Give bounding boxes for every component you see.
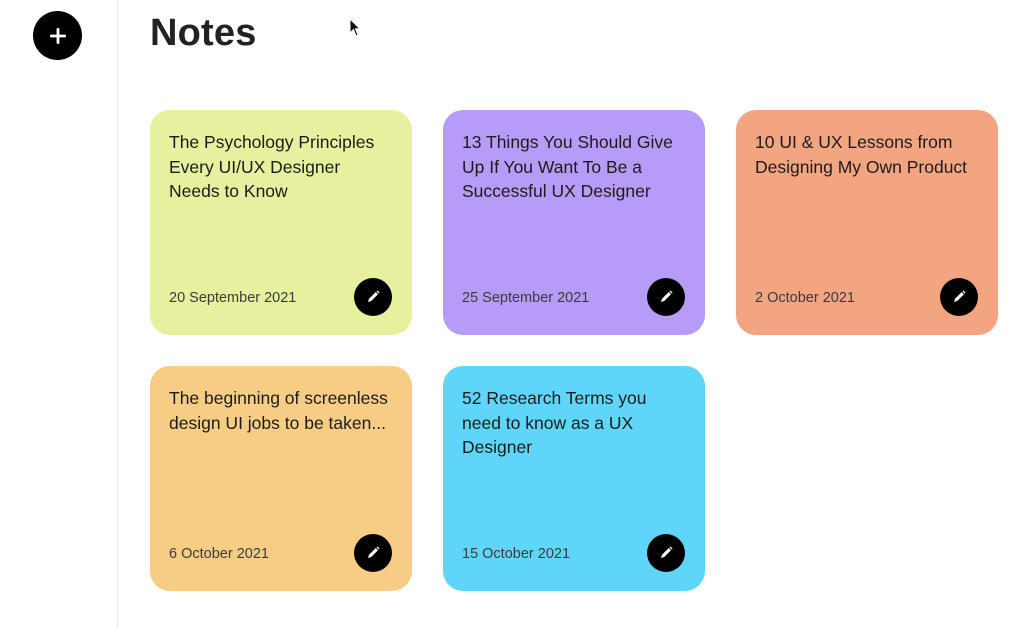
- note-text: 13 Things You Should Give Up If You Want…: [462, 132, 673, 201]
- note-date: 6 October 2021: [169, 546, 269, 562]
- pencil-icon: [954, 290, 966, 302]
- page-title: Notes: [150, 12, 257, 54]
- note-card[interactable]: The beginning of screenless design UI jo…: [150, 366, 412, 591]
- note-card[interactable]: 13 Things You Should Give Up If You Want…: [443, 110, 705, 335]
- sidebar: [0, 0, 118, 628]
- note-text: The beginning of screenless design UI jo…: [169, 388, 388, 433]
- edit-note-button[interactable]: [647, 278, 685, 316]
- note-text: 52 Research Terms you need to know as a …: [462, 388, 647, 457]
- note-date: 15 October 2021: [462, 546, 571, 562]
- note-text: 10 UI & UX Lessons from Designing My Own…: [755, 132, 968, 177]
- note-date: 25 September 2021: [462, 290, 590, 306]
- pencil-icon: [661, 290, 673, 302]
- plus-icon: [49, 27, 66, 44]
- edit-note-button[interactable]: [940, 278, 978, 316]
- note-card[interactable]: 10 UI & UX Lessons from Designing My Own…: [736, 110, 998, 335]
- note-card[interactable]: The Psychology Principles Every UI/UX De…: [150, 110, 412, 335]
- mouse-cursor-icon: [349, 18, 361, 37]
- notes-grid: The Psychology Principles Every UI/UX De…: [150, 110, 998, 591]
- notes-app: Notes The Psychology Principles Every UI…: [0, 0, 1024, 628]
- note-card[interactable]: 52 Research Terms you need to know as a …: [443, 366, 705, 591]
- add-note-button[interactable]: [33, 11, 82, 60]
- pencil-icon: [368, 546, 380, 558]
- note-date: 2 October 2021: [755, 290, 855, 306]
- edit-note-button[interactable]: [354, 278, 392, 316]
- pencil-icon: [661, 546, 673, 558]
- edit-note-button[interactable]: [647, 534, 685, 572]
- note-text: The Psychology Principles Every UI/UX De…: [169, 132, 375, 201]
- note-date: 20 September 2021: [169, 290, 297, 306]
- edit-note-button[interactable]: [354, 534, 392, 572]
- pencil-icon: [368, 290, 380, 302]
